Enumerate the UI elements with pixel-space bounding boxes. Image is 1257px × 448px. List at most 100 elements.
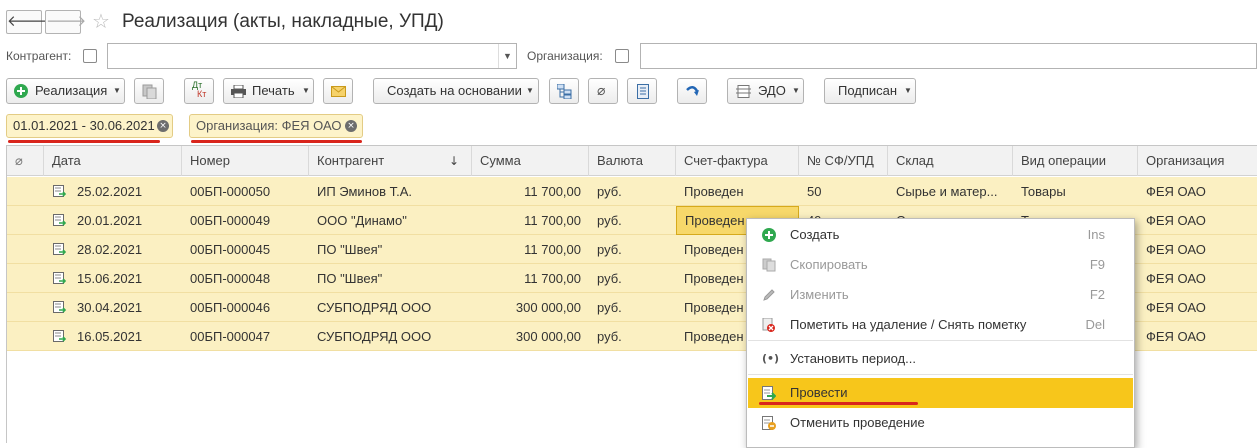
print-button[interactable]: Печать ▼ xyxy=(223,78,314,104)
favorite-star-icon[interactable]: ☆ xyxy=(92,9,110,33)
table-cell-org[interactable]: ФЕЯ ОАО xyxy=(1138,293,1257,322)
table-cell-org[interactable]: ФЕЯ ОАО xyxy=(1138,322,1257,351)
table-cell-sum[interactable]: 11 700,00 xyxy=(472,177,589,206)
report-button[interactable] xyxy=(627,78,657,104)
table-cell-sum[interactable]: 11 700,00 xyxy=(472,264,589,293)
table-row[interactable]: 25.02.2021 00БП-000050 ИП Эминов Т.А. 11 70… xyxy=(7,177,1257,206)
column-header[interactable]: Вид операции xyxy=(1013,146,1138,176)
table-cell-org[interactable]: ФЕЯ ОАО xyxy=(1138,177,1257,206)
menu-item-label: Установить период... xyxy=(790,351,916,366)
column-header[interactable]: Сумма xyxy=(472,146,589,176)
dt-kt-button[interactable]: Дт Кт xyxy=(184,78,214,104)
table-cell-kontr[interactable]: ООО "Динамо" xyxy=(309,206,472,235)
column-header[interactable]: Дата xyxy=(44,146,182,176)
kontragent-checkbox[interactable] xyxy=(83,49,97,63)
menu-item-label: Скопировать xyxy=(790,257,868,272)
organization-field[interactable] xyxy=(640,43,1257,69)
table-cell-cur[interactable]: руб. xyxy=(589,264,676,293)
organization-filter-badge[interactable]: Организация: ФЕЯ ОАО × xyxy=(189,114,363,138)
table-cell-sf[interactable]: Проведен xyxy=(676,177,799,206)
menu-item-create[interactable]: Создать Ins xyxy=(748,220,1133,250)
print-label: Печать xyxy=(252,83,295,98)
table-cell-date[interactable]: 28.02.2021 xyxy=(69,235,182,264)
table-cell-date[interactable]: 20.01.2021 xyxy=(69,206,182,235)
column-header[interactable]: Валюта xyxy=(589,146,676,176)
table-cell-sum[interactable]: 300 000,00 xyxy=(472,293,589,322)
table-cell-date[interactable]: 15.06.2021 xyxy=(69,264,182,293)
table-header: ⌀ Дата Номер Контрагент ↓ Сумма Валюта С… xyxy=(7,146,1257,176)
table-cell-kontr[interactable]: ПО "Швея" xyxy=(309,264,472,293)
column-header[interactable]: № СФ/УПД xyxy=(799,146,888,176)
menu-item-mark-delete[interactable]: Пометить на удаление / Снять пометку Del xyxy=(748,310,1133,340)
menu-item-edit[interactable]: Изменить F2 xyxy=(748,280,1133,310)
close-icon[interactable]: × xyxy=(345,120,357,132)
table-cell-kontr[interactable]: ПО "Швея" xyxy=(309,235,472,264)
realizacia-button[interactable]: Реализация ▼ xyxy=(6,78,125,104)
table-cell-org[interactable]: ФЕЯ ОАО xyxy=(1138,206,1257,235)
table-cell-org[interactable]: ФЕЯ ОАО xyxy=(1138,235,1257,264)
table-cell-vid[interactable]: Товары xyxy=(1013,177,1138,206)
menu-item-label: Изменить xyxy=(790,287,849,302)
structure-button[interactable] xyxy=(549,78,579,104)
back-button[interactable]: 🡐 xyxy=(6,10,47,34)
table-cell-num[interactable]: 00БП-000049 xyxy=(182,206,309,235)
menu-item-set-period[interactable]: (•) Установить период... xyxy=(748,344,1133,374)
table-cell-cur[interactable]: руб. xyxy=(589,177,676,206)
edo-button[interactable]: ЭДО ▼ xyxy=(727,78,804,104)
table-cell-kontr[interactable]: СУБПОДРЯД ООО xyxy=(309,322,472,351)
table-cell-sklad[interactable]: Сырье и матер... xyxy=(888,177,1013,206)
kontragent-field[interactable] xyxy=(107,43,517,69)
period-filter-text: 01.01.2021 - 30.06.2021 xyxy=(13,118,155,133)
menu-item-shortcut: Del xyxy=(1085,317,1105,332)
table-cell-sum[interactable]: 11 700,00 xyxy=(472,206,589,235)
period-filter-badge[interactable]: 01.01.2021 - 30.06.2021 × xyxy=(6,114,173,138)
kontragent-dropdown-icon[interactable]: ▼ xyxy=(498,44,516,68)
table-cell-org[interactable]: ФЕЯ ОАО xyxy=(1138,264,1257,293)
menu-item-copy[interactable]: Скопировать F9 xyxy=(748,250,1133,280)
menu-item-shortcut: F2 xyxy=(1089,287,1105,302)
table-cell-kontr[interactable]: СУБПОДРЯД ООО xyxy=(309,293,472,322)
forward-button[interactable]: 🡒 xyxy=(45,10,86,34)
attachment-column-header[interactable]: ⌀ xyxy=(7,146,44,176)
table-cell-num[interactable]: 00БП-000047 xyxy=(182,322,309,351)
menu-item-unpost[interactable]: Отменить проведение xyxy=(748,408,1133,438)
organization-checkbox[interactable] xyxy=(615,49,629,63)
signed-button[interactable]: Подписан ▼ xyxy=(824,78,916,104)
menu-item-shortcut: F9 xyxy=(1089,257,1105,272)
table-cell-date[interactable]: 30.04.2021 xyxy=(69,293,182,322)
column-header[interactable]: Склад xyxy=(888,146,1013,176)
table-cell-cur[interactable]: руб. xyxy=(589,235,676,264)
table-cell-num[interactable]: 00БП-000048 xyxy=(182,264,309,293)
column-header[interactable]: Организация xyxy=(1138,146,1257,176)
column-header[interactable]: Номер xyxy=(182,146,309,176)
arrow-left-icon: 🡐 xyxy=(7,12,48,30)
close-icon[interactable]: × xyxy=(157,120,169,132)
printer-icon xyxy=(231,85,246,98)
menu-item-label: Отменить проведение xyxy=(790,415,925,430)
attach-button[interactable]: ⌀ xyxy=(588,78,618,104)
go-button[interactable] xyxy=(677,78,707,104)
table-cell-sum[interactable]: 11 700,00 xyxy=(472,235,589,264)
table-cell-num[interactable]: 00БП-000050 xyxy=(182,177,309,206)
table-cell-num[interactable]: 00БП-000046 xyxy=(182,293,309,322)
posted-document-icon xyxy=(53,272,67,284)
table-cell-date[interactable]: 16.05.2021 xyxy=(69,322,182,351)
menu-item-shortcut: Ins xyxy=(1087,227,1105,242)
table-cell-cur[interactable]: руб. xyxy=(589,293,676,322)
table-cell-kontr[interactable]: ИП Эминов Т.А. xyxy=(309,177,472,206)
table-cell-sum[interactable]: 300 000,00 xyxy=(472,322,589,351)
paperclip-icon: ⌀ xyxy=(597,83,606,99)
menu-separator xyxy=(748,374,1133,375)
copy-button[interactable] xyxy=(134,78,164,104)
table-cell-cur[interactable]: руб. xyxy=(589,206,676,235)
column-header[interactable]: Контрагент ↓ xyxy=(309,146,472,176)
email-button[interactable] xyxy=(323,78,353,104)
unpost-document-icon xyxy=(762,416,776,430)
table-cell-date[interactable]: 25.02.2021 xyxy=(69,177,182,206)
column-header[interactable]: Счет-фактура xyxy=(676,146,799,176)
post-document-icon xyxy=(762,386,776,400)
create-based-on-button[interactable]: Создать на основании ▼ xyxy=(373,78,539,104)
table-cell-cur[interactable]: руб. xyxy=(589,322,676,351)
table-cell-sfnum[interactable]: 50 xyxy=(799,177,888,206)
table-cell-num[interactable]: 00БП-000045 xyxy=(182,235,309,264)
